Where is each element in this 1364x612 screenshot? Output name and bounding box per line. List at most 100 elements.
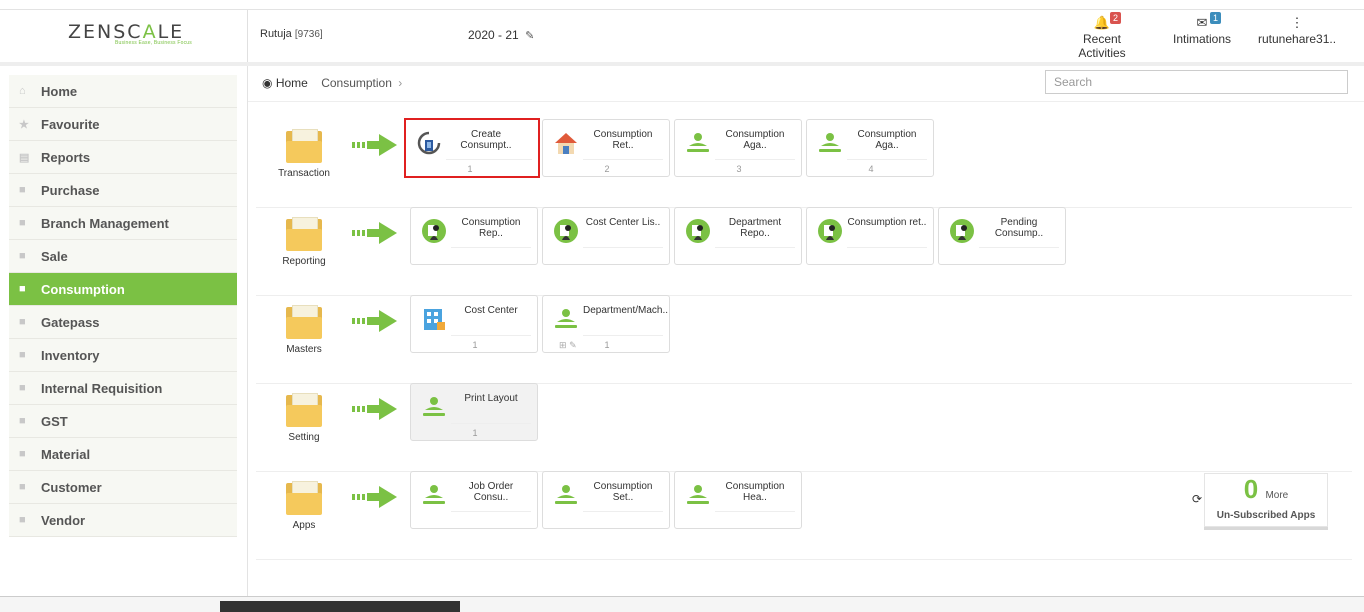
- edit-icon[interactable]: ✎: [525, 30, 534, 42]
- sidebar-item-label: Customer: [41, 479, 102, 495]
- app-tile-consumption-rep[interactable]: Consumption Rep..: [410, 207, 538, 265]
- logo-area[interactable]: ZENSCALE Business Ease, Business Focus: [0, 10, 248, 62]
- report-user-icon: [421, 218, 447, 244]
- sidebar-item-consumption[interactable]: ■ Consumption: [9, 273, 237, 306]
- app-tile-create-consumpt[interactable]: Create Consumpt.. 1: [404, 118, 540, 178]
- sidebar: ⌂ Home ★ Favourite ▤ Reports ■ Purchase ■ Branch …: [0, 66, 248, 596]
- app-tile-consumption-ret[interactable]: Consumption Ret.. 2: [542, 119, 670, 177]
- user-icon: [685, 130, 711, 156]
- sidebar-item-material[interactable]: ■ Material: [9, 438, 237, 471]
- sidebar-item-customer[interactable]: ■ Customer: [9, 471, 237, 504]
- app-tile-consumption-hea[interactable]: Consumption Hea..: [674, 471, 802, 529]
- refresh-doc-icon: [416, 130, 442, 156]
- folder-icon: [286, 129, 322, 163]
- category-apps[interactable]: Apps: [270, 471, 338, 531]
- sidebar-item-reports[interactable]: ▤ Reports: [9, 141, 237, 174]
- tile-divider: [583, 511, 663, 512]
- app-tile-name: Consumption Set..: [593, 481, 653, 503]
- app-tile-name: Cost Center: [464, 305, 518, 316]
- app-tile-consumption-ret[interactable]: Consumption ret..: [806, 207, 934, 265]
- tile-divider: [715, 159, 795, 160]
- top-strip: [0, 0, 1364, 10]
- app-tile-name: Print Layout: [464, 393, 518, 404]
- category-row-transaction: Transaction Create Consumpt.. 1 Consumption…: [256, 118, 1352, 208]
- app-tile-department-mach[interactable]: Department/Mach.. 1 ⊞ ✎: [542, 295, 670, 353]
- folder-icon: ■: [19, 448, 26, 460]
- tile-divider: [583, 335, 663, 336]
- app-tile-consumption-aga[interactable]: Consumption Aga.. 4: [806, 119, 934, 177]
- sidebar-item-branch-management[interactable]: ■ Branch Management: [9, 207, 237, 240]
- arrow-right-icon: [352, 221, 398, 245]
- footer-bar: [0, 596, 1364, 612]
- tile-divider: [847, 247, 927, 248]
- folder-icon: ■: [19, 514, 26, 526]
- intimations-button[interactable]: ✉ 1 Intimations: [1172, 12, 1232, 46]
- breadcrumb: ◉ Home Consumption ›: [262, 76, 402, 90]
- app-tile-pending-consump[interactable]: Pending Consump..: [938, 207, 1066, 265]
- sidebar-item-gst[interactable]: ■ GST: [9, 405, 237, 438]
- tile-divider: [979, 247, 1059, 248]
- folder-icon: [286, 305, 322, 339]
- tile-divider: [715, 247, 795, 248]
- folder-icon: ■: [19, 349, 26, 361]
- app-tile-consumption-aga[interactable]: Consumption Aga.. 3: [674, 119, 802, 177]
- sidebar-item-vendor[interactable]: ■ Vendor: [9, 504, 237, 537]
- year-label: 2020 - 21: [468, 28, 519, 42]
- category-setting[interactable]: Setting: [270, 383, 338, 443]
- sidebar-item-gatepass[interactable]: ■ Gatepass: [9, 306, 237, 339]
- edit-icon[interactable]: ✎: [569, 340, 577, 350]
- sidebar-item-label: Material: [41, 446, 91, 462]
- app-tile-consumption-set[interactable]: Consumption Set..: [542, 471, 670, 529]
- tile-divider: [451, 247, 531, 248]
- category-label: Setting: [288, 432, 320, 443]
- sidebar-item-home[interactable]: ⌂ Home: [9, 75, 237, 108]
- category-reporting[interactable]: Reporting: [270, 207, 338, 267]
- document-icon: ▤: [19, 151, 30, 164]
- unsubscribed-apps-card[interactable]: 0 More Un-Subscribed Apps: [1204, 473, 1328, 527]
- app-tile-name: Consumption Rep..: [461, 217, 521, 239]
- breadcrumb-divider: [248, 101, 1364, 102]
- app-tile-print-layout[interactable]: Print Layout 1: [410, 383, 538, 441]
- app-tile-cost-center[interactable]: Cost Center 1: [410, 295, 538, 353]
- app-tile-name: Job Order Consu..: [468, 481, 514, 503]
- category-label: Transaction: [278, 168, 330, 179]
- sidebar-item-sale[interactable]: ■ Sale: [9, 240, 237, 273]
- arrow-right-icon: [352, 397, 398, 421]
- app-tile-name: Consumption Ret..: [593, 129, 653, 151]
- envelope-icon: ✉ 1: [1172, 12, 1232, 32]
- category-masters[interactable]: Masters: [270, 295, 338, 355]
- sidebar-item-inventory[interactable]: ■ Inventory: [9, 339, 237, 372]
- sidebar-item-label: Branch Management: [41, 215, 169, 231]
- breadcrumb-home[interactable]: Home: [276, 76, 308, 90]
- app-tile-job-order-consu[interactable]: Job Order Consu..: [410, 471, 538, 529]
- user-name: Rutuja: [260, 28, 292, 40]
- sidebar-item-label: Reports: [41, 149, 91, 165]
- sidebar-item-internal-requisition[interactable]: ■ Internal Requisition: [9, 372, 237, 405]
- sidebar-item-label: Inventory: [41, 347, 100, 363]
- folder-icon: ■: [19, 415, 26, 427]
- app-tile-name: Consumption Hea..: [725, 481, 785, 503]
- sidebar-item-label: Gatepass: [41, 314, 100, 330]
- user-icon: [553, 306, 579, 332]
- app-tile-cost-center-lis[interactable]: Cost Center Lis..: [542, 207, 670, 265]
- account-menu[interactable]: ⋮ rutunehare31..: [1258, 14, 1336, 46]
- user-icon: [817, 130, 843, 156]
- reload-icon[interactable]: ⟳: [1192, 492, 1202, 506]
- sidebar-item-purchase[interactable]: ■ Purchase: [9, 174, 237, 207]
- recent-activities-button[interactable]: 🔔 2 Recent Activities: [1060, 12, 1144, 60]
- financial-year: 2020 - 21 ✎: [468, 28, 534, 42]
- app-tile-department-repo[interactable]: Department Repo..: [674, 207, 802, 265]
- sidebar-item-label: Consumption: [41, 281, 125, 297]
- folder-icon: ■: [19, 283, 26, 295]
- sidebar-item-favourite[interactable]: ★ Favourite: [9, 108, 237, 141]
- folder-icon: [286, 217, 322, 251]
- arrow-right-icon: [352, 309, 398, 333]
- dashboard-icon: ◉: [262, 76, 273, 90]
- star-icon: ★: [19, 118, 29, 131]
- plus-icon[interactable]: ⊞: [559, 340, 567, 350]
- app-tile-number: 3: [736, 164, 742, 174]
- sidebar-item-label: GST: [41, 413, 68, 429]
- category-transaction[interactable]: Transaction: [270, 119, 338, 179]
- house-icon: [553, 130, 579, 156]
- search-input[interactable]: [1045, 70, 1348, 94]
